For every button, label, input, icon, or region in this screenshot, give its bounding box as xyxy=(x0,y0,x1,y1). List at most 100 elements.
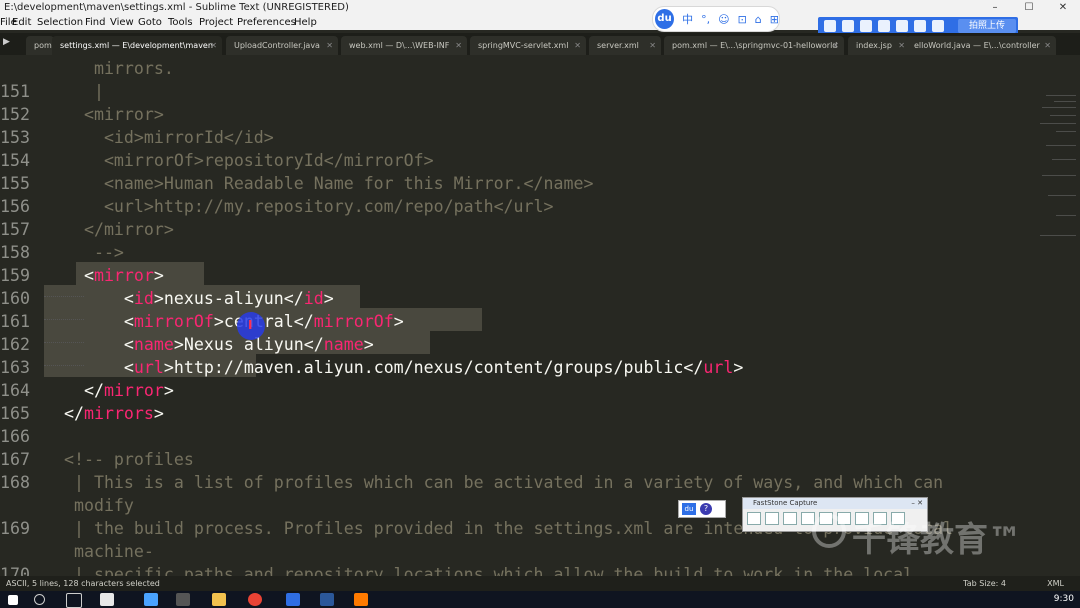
code-line[interactable]: </mirrors> xyxy=(44,402,164,425)
toolbar-icon[interactable] xyxy=(860,20,872,32)
code-line[interactable]: | This is a list of profiles which can b… xyxy=(44,471,943,494)
menu-view[interactable]: View xyxy=(110,15,134,30)
code-text: > xyxy=(163,381,174,400)
tab-server-xml[interactable]: server.xml ✕ xyxy=(589,36,661,55)
tab-close-icon[interactable]: ✕ xyxy=(649,36,656,55)
xml-tag-name: url xyxy=(133,358,164,377)
du-mini-widget[interactable]: du ? xyxy=(678,500,726,518)
tab-close-icon[interactable]: ✕ xyxy=(574,36,581,55)
code-line[interactable]: | xyxy=(44,80,104,103)
close-icon[interactable]: ✕ xyxy=(1046,0,1080,15)
capture-rect-icon[interactable] xyxy=(783,512,797,525)
code-line[interactable]: mirrors. xyxy=(44,57,174,80)
toolbar-icon[interactable] xyxy=(842,20,854,32)
help-icon[interactable]: ? xyxy=(700,503,712,515)
du-input-widget[interactable]: du 中 °, ☺ ⊡ ⌂ ⊞ xyxy=(652,6,780,32)
tab-settings-xml[interactable]: settings.xml — E\development\maven ✕ xyxy=(52,36,222,55)
code-line[interactable]: <mirrorOf>central</mirrorOf> xyxy=(44,310,404,333)
clock[interactable]: 9:30 xyxy=(1054,591,1074,608)
settings-icon[interactable] xyxy=(176,593,190,606)
code-line[interactable]: modify xyxy=(44,494,134,517)
maximize-icon[interactable]: ☐ xyxy=(1012,0,1046,15)
upload-button[interactable]: 拍照上传 xyxy=(958,19,1016,33)
code-line[interactable]: <mirrorOf>repositoryId</mirrorOf> xyxy=(44,149,434,172)
chinese-mode-icon[interactable]: 中 xyxy=(682,11,693,27)
code-line[interactable]: <mirror> xyxy=(44,264,164,287)
code-line[interactable]: <url>http://my.repository.com/repo/path<… xyxy=(44,195,554,218)
code-line[interactable]: <!-- profiles xyxy=(44,448,194,471)
grid-icon[interactable]: ⊞ xyxy=(770,13,779,26)
punctuation-icon[interactable]: °, xyxy=(701,13,710,26)
code-line[interactable]: | specific paths and repository location… xyxy=(44,563,913,576)
code-line[interactable]: <mirror> xyxy=(44,103,164,126)
toolbar-icon[interactable] xyxy=(824,20,836,32)
toolbar-icon[interactable] xyxy=(914,20,926,32)
toolbar-icon[interactable] xyxy=(878,20,890,32)
code-line[interactable]: <id>mirrorId</id> xyxy=(44,126,274,149)
code-text: < xyxy=(44,289,134,308)
emoji-icon[interactable]: ☺ xyxy=(718,13,729,26)
skin-icon[interactable]: ⌂ xyxy=(755,13,762,26)
capture-object-icon[interactable] xyxy=(765,512,779,525)
toolbar-icon[interactable] xyxy=(932,20,944,32)
line-number: 170 xyxy=(0,565,30,576)
code-line[interactable]: <url>http://maven.aliyun.com/nexus/conte… xyxy=(44,356,743,379)
tab-springmvc-servlet[interactable]: springMVC-servlet.xml ✕ xyxy=(470,36,586,55)
menu-tools[interactable]: Tools xyxy=(168,15,193,30)
tab-close-icon[interactable]: ✕ xyxy=(1044,36,1051,55)
taskbar-app-icon[interactable] xyxy=(286,593,300,606)
taskbar-app-icon[interactable] xyxy=(144,593,158,606)
toolbar-icon[interactable] xyxy=(896,20,908,32)
syntax-selector[interactable]: XML xyxy=(1047,576,1064,591)
search-icon[interactable] xyxy=(34,594,45,605)
code-text: >nexus-aliyun</ xyxy=(153,289,304,308)
tab-index-jsp[interactable]: index.jsp ✕ xyxy=(848,36,910,55)
code-line[interactable]: <name>Human Readable Name for this Mirro… xyxy=(44,172,594,195)
tab-scroll-left-icon[interactable]: ▶ xyxy=(3,37,10,47)
word-icon[interactable] xyxy=(320,593,334,606)
tab-close-icon[interactable]: ✕ xyxy=(210,36,217,55)
faststone-title: FastStone Capture – ✕ xyxy=(743,498,927,509)
tab-size-selector[interactable]: Tab Size: 4 xyxy=(963,576,1006,591)
tab-web-xml[interactable]: web.xml — D\...\WEB-INF ✕ xyxy=(341,36,467,55)
code-line[interactable]: <name>Nexus aliyun</name> xyxy=(44,333,374,356)
chrome-icon[interactable] xyxy=(248,593,262,606)
tab-label: settings.xml — E\development\maven xyxy=(60,41,213,50)
tab-close-icon[interactable]: ✕ xyxy=(455,36,462,55)
tab-upload-controller[interactable]: UploadController.java ✕ xyxy=(226,36,338,55)
file-explorer-icon[interactable] xyxy=(212,593,226,606)
tab-close-icon[interactable]: ✕ xyxy=(898,36,905,55)
start-icon[interactable] xyxy=(8,595,18,605)
line-number: 166 xyxy=(0,427,30,446)
code-line[interactable]: machine- xyxy=(44,540,154,563)
code-line[interactable]: <id>nexus-aliyun</id> xyxy=(44,287,334,310)
tab-label: pom xyxy=(34,41,52,50)
du-logo-icon[interactable]: du xyxy=(682,503,696,515)
sublime-text-icon[interactable] xyxy=(354,593,368,606)
menu-edit[interactable]: Edit xyxy=(12,15,31,30)
du-logo-icon[interactable]: du xyxy=(655,9,675,29)
keyboard-icon[interactable]: ⊡ xyxy=(738,13,747,26)
close-icon[interactable]: – ✕ xyxy=(911,498,923,509)
minimize-icon[interactable]: – xyxy=(978,0,1012,15)
menu-goto[interactable]: Goto xyxy=(138,15,162,30)
minimap[interactable] xyxy=(1032,55,1080,576)
menu-project[interactable]: Project xyxy=(199,15,233,30)
tab-hello-world-java[interactable]: elloWorld.java — E\...\controller ✕ xyxy=(906,36,1056,55)
capture-window-icon[interactable] xyxy=(747,512,761,525)
tab-close-icon[interactable]: ✕ xyxy=(326,36,333,55)
task-view-icon[interactable] xyxy=(66,593,82,608)
line-number: 169 xyxy=(0,519,30,538)
tab-close-icon[interactable]: ✕ xyxy=(832,36,839,55)
menu-help[interactable]: Help xyxy=(294,15,317,30)
code-line[interactable]: </mirror> xyxy=(44,218,174,241)
menu-preferences[interactable]: Preferences xyxy=(237,15,296,30)
tab-label: springMVC-servlet.xml xyxy=(478,41,569,50)
tab-pom-xml[interactable]: pom.xml — E\...\springmvc-01-helloworld ✕ xyxy=(664,36,844,55)
code-line[interactable]: --> xyxy=(44,241,124,264)
menu-selection[interactable]: Selection xyxy=(37,15,83,30)
tab-pom[interactable]: pom xyxy=(26,36,54,55)
code-line[interactable]: </mirror> xyxy=(44,379,174,402)
taskbar-app-icon[interactable] xyxy=(100,593,114,606)
menu-find[interactable]: Find xyxy=(85,15,106,30)
